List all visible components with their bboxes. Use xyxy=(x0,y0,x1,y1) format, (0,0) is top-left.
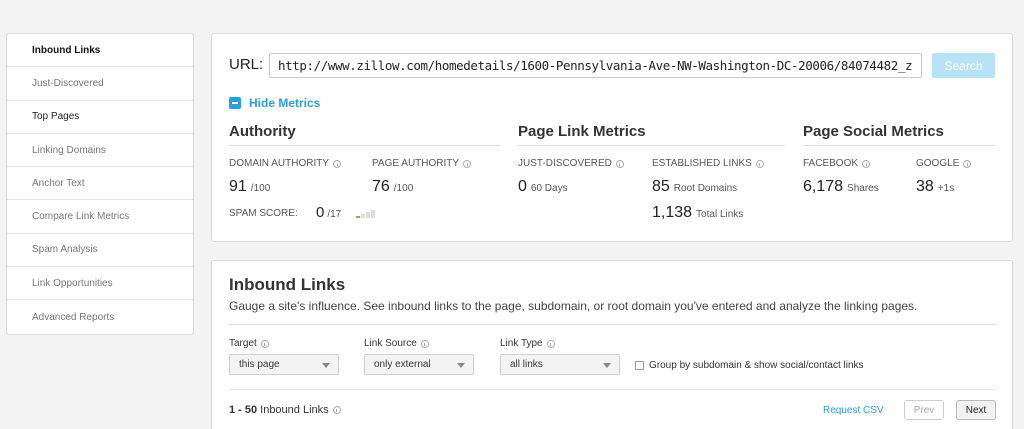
info-icon[interactable] xyxy=(463,159,472,168)
info-icon[interactable] xyxy=(615,159,624,168)
search-button[interactable]: Search xyxy=(932,53,995,78)
spam-score-bars-icon xyxy=(356,210,375,218)
minus-box-icon xyxy=(229,97,241,109)
next-page-button[interactable]: Next xyxy=(956,400,996,420)
sidebar-item-compare-link-metrics[interactable]: Compare Link Metrics xyxy=(7,200,193,234)
just-discovered-value: 0 60 Days xyxy=(518,178,568,195)
google-label: GOOGLE xyxy=(916,158,972,169)
authority-divider xyxy=(229,145,500,146)
page-link-metrics-title: Page Link Metrics xyxy=(518,123,646,140)
sidebar-item-spam-analysis[interactable]: Spam Analysis xyxy=(7,234,193,268)
hide-metrics-toggle[interactable]: Hide Metrics xyxy=(229,96,320,110)
link-source-select[interactable]: only external xyxy=(364,354,474,375)
inbound-links-panel: Inbound Links Gauge a site's influence. … xyxy=(211,260,1013,429)
target-select[interactable]: this page xyxy=(229,354,339,375)
divider xyxy=(229,324,996,325)
sidebar-item-top-pages[interactable]: Top Pages xyxy=(7,101,193,134)
sidebar-item-inbound-links[interactable]: Inbound Links xyxy=(7,34,193,68)
divider xyxy=(229,389,996,390)
established-links-label: ESTABLISHED LINKS xyxy=(652,158,764,169)
spam-score-value: 0/17 xyxy=(316,204,342,221)
group-by-subdomain-checkbox[interactable] xyxy=(635,361,644,370)
inbound-links-description: Gauge a site's influence. See inbound li… xyxy=(229,299,918,313)
url-label: URL: xyxy=(229,56,264,73)
root-domains-value: 85 Root Domains xyxy=(652,178,738,195)
info-icon[interactable] xyxy=(332,406,341,414)
info-icon[interactable] xyxy=(862,159,871,168)
hide-metrics-label: Hide Metrics xyxy=(249,96,321,110)
page-authority-label: PAGE AUTHORITY xyxy=(372,158,472,169)
info-icon[interactable] xyxy=(963,159,972,168)
domain-authority-value: 91/100 xyxy=(229,178,271,195)
url-input[interactable] xyxy=(269,53,922,78)
just-discovered-label: JUST-DISCOVERED xyxy=(518,158,624,169)
spam-score-label: SPAM SCORE: xyxy=(229,208,298,219)
domain-authority-label: DOMAIN AUTHORITY xyxy=(229,158,342,169)
group-by-subdomain-label: Group by subdomain & show social/contact… xyxy=(649,360,864,371)
page-authority-value: 76/100 xyxy=(372,178,414,195)
page-social-metrics-divider xyxy=(803,145,995,146)
sidebar-nav: Inbound Links Just-Discovered Top Pages … xyxy=(6,33,194,335)
info-icon[interactable] xyxy=(260,339,269,348)
info-icon[interactable] xyxy=(755,159,764,168)
facebook-value: 6,178 Shares xyxy=(803,178,879,195)
google-value: 38 +1s xyxy=(916,178,955,195)
caret-down-icon xyxy=(603,363,611,368)
link-type-filter-label: Link Type xyxy=(500,338,555,349)
info-icon[interactable] xyxy=(420,339,429,348)
page-link-metrics-divider xyxy=(518,145,785,146)
target-filter-label: Target xyxy=(229,338,269,349)
metrics-panel: URL: Search Hide Metrics Authority DOMAI… xyxy=(211,33,1013,242)
caret-down-icon xyxy=(322,363,330,368)
link-type-select[interactable]: all links xyxy=(500,354,620,375)
sidebar-item-linking-domains[interactable]: Linking Domains xyxy=(7,134,193,168)
info-icon[interactable] xyxy=(333,159,342,168)
caret-down-icon xyxy=(457,363,465,368)
sidebar-item-just-discovered[interactable]: Just-Discovered xyxy=(7,67,193,101)
page-social-metrics-title: Page Social Metrics xyxy=(803,123,944,140)
sidebar-item-advanced-reports[interactable]: Advanced Reports xyxy=(7,300,193,333)
sidebar-item-link-opportunities[interactable]: Link Opportunities xyxy=(7,267,193,301)
prev-page-button[interactable]: Prev xyxy=(904,400,944,420)
group-by-subdomain-option[interactable]: Group by subdomain & show social/contact… xyxy=(635,360,864,371)
link-source-filter-label: Link Source xyxy=(364,338,429,349)
inbound-links-count: 1 - 50 Inbound Links xyxy=(229,404,341,416)
request-csv-link[interactable]: Request CSV xyxy=(823,405,884,416)
authority-title: Authority xyxy=(229,123,296,140)
sidebar-item-anchor-text[interactable]: Anchor Text xyxy=(7,167,193,201)
info-icon[interactable] xyxy=(546,339,555,348)
total-links-value: 1,138 Total Links xyxy=(652,204,744,221)
inbound-links-title: Inbound Links xyxy=(229,275,346,294)
facebook-label: FACEBOOK xyxy=(803,158,871,169)
